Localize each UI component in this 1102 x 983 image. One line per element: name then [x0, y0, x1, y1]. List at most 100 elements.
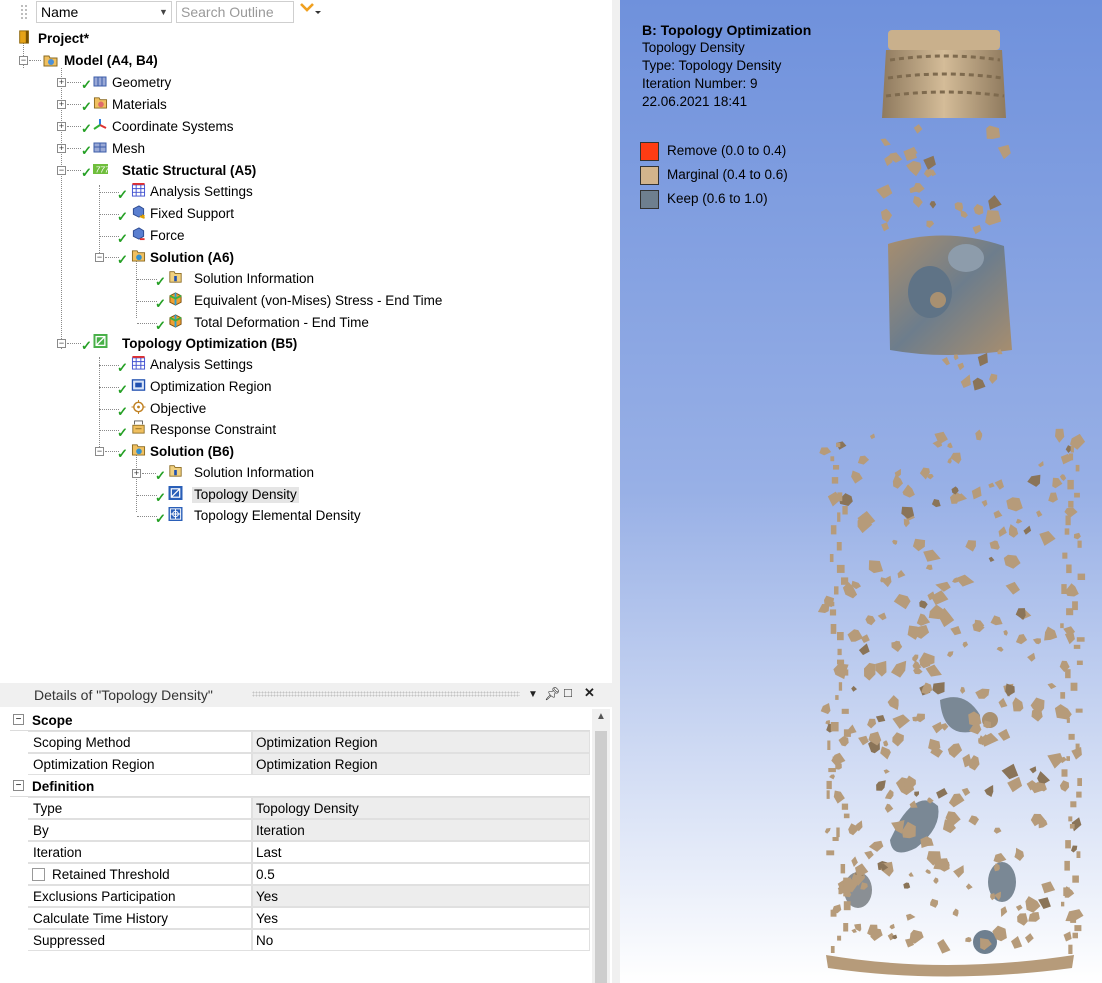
retained-threshold-checkbox[interactable] [32, 868, 45, 881]
prop-value[interactable]: Last [252, 841, 590, 863]
filter-dropdown-icon[interactable] [298, 0, 322, 20]
tree-item-solution-information[interactable]: ✓ Solution Information [0, 269, 340, 289]
tree-item-label: Fixed Support [150, 206, 235, 221]
density-fragment [875, 715, 886, 723]
prop-value[interactable]: Optimization Region [252, 753, 590, 775]
tree-item-analysis-settings-b5[interactable]: ✓ Analysis Settings [0, 355, 300, 375]
prop-value[interactable]: Iteration [252, 819, 590, 841]
density-fragment [972, 377, 986, 391]
close-icon[interactable]: ✕ [584, 685, 595, 701]
prop-by[interactable]: By Iteration [28, 819, 590, 841]
tree-item-total-deformation[interactable]: ✓ Total Deformation - End Time [0, 313, 400, 333]
tree-item-mesh[interactable]: + ✓ Mesh [0, 139, 200, 159]
tree-item-response-constraint[interactable]: ✓ Response Constraint [0, 420, 320, 440]
section-definition[interactable]: − Definition [10, 775, 590, 797]
graphics-viewport[interactable]: B: Topology Optimization Topology Densit… [620, 0, 1102, 983]
collapse-icon[interactable]: − [19, 56, 28, 65]
prop-value[interactable]: Yes [252, 885, 590, 907]
density-fragment [914, 791, 919, 797]
tree-item-equivalent-stress[interactable]: ✓ Equivalent (von-Mises) Stress - End Ti… [0, 291, 470, 311]
prop-type[interactable]: Type Topology Density [28, 797, 590, 819]
objective-icon [131, 400, 146, 414]
tree-item-solution-b6[interactable]: − ✓ Solution (B6) [0, 442, 300, 462]
prop-scoping-method[interactable]: Scoping Method Optimization Region [28, 731, 590, 753]
details-scrollbar[interactable]: ▲ [592, 709, 610, 983]
column-select[interactable]: Name ▼ [36, 1, 172, 23]
tree-item-force[interactable]: ✓ Force [0, 226, 240, 246]
density-fragment [950, 452, 962, 464]
density-fragment [1068, 944, 1073, 954]
tree-line [137, 279, 157, 280]
tree-item-topology-elemental-density[interactable]: ✓ Topology Elemental Density [0, 506, 400, 526]
collapse-icon[interactable]: − [13, 780, 24, 791]
check-icon: ✓ [81, 143, 92, 158]
tree-line [67, 148, 81, 149]
prop-value[interactable]: Yes [252, 907, 590, 929]
prop-retained-threshold[interactable]: Retained Threshold 0.5 [28, 863, 590, 885]
expand-icon[interactable]: + [57, 144, 66, 153]
expand-icon[interactable]: + [57, 100, 66, 109]
expand-icon[interactable]: + [57, 78, 66, 87]
tree-item-solution-a6[interactable]: − ✓ Solution (A6) [0, 248, 300, 268]
density-fragment [990, 615, 1003, 626]
density-fragment [893, 594, 911, 610]
collapse-icon[interactable]: − [57, 339, 66, 348]
tree-item-materials[interactable]: + ✓ Materials [0, 95, 240, 115]
toolbar-grip[interactable] [20, 4, 28, 20]
prop-exclusions-participation[interactable]: Exclusions Participation Yes [28, 885, 590, 907]
density-fragment [864, 850, 874, 860]
tree-item-objective[interactable]: ✓ Objective [0, 399, 240, 419]
prop-value[interactable]: No [252, 929, 590, 951]
density-fragment [876, 184, 893, 199]
maximize-icon[interactable]: □ [564, 685, 572, 700]
search-outline-input[interactable] [176, 1, 294, 23]
density-fragment [904, 775, 916, 790]
header-grip[interactable] [252, 691, 520, 697]
collapse-icon[interactable]: − [57, 166, 66, 175]
collapse-icon[interactable]: − [13, 714, 24, 725]
density-fragment [998, 697, 1008, 708]
timestamp: 22.06.2021 18:41 [642, 94, 748, 109]
scroll-up-icon[interactable]: ▲ [596, 711, 606, 722]
prop-optimization-region[interactable]: Optimization Region Optimization Region [28, 753, 590, 775]
check-icon: ✓ [117, 231, 128, 246]
tree-item-fixed-support[interactable]: ✓ Fixed Support [0, 204, 300, 224]
prop-suppressed[interactable]: Suppressed No [28, 929, 590, 951]
tree-item-topology-optimization[interactable]: − ✓ Topology Optimization (B5) [0, 334, 340, 354]
pin-icon[interactable]: 📌︎ [544, 686, 561, 702]
tree-item-project[interactable]: Project* [0, 29, 200, 49]
tree-item-optimization-region[interactable]: ✓ Optimization Region [0, 377, 320, 397]
density-fragment [843, 813, 850, 819]
expand-icon[interactable]: + [132, 469, 141, 478]
scrollbar-thumb[interactable] [595, 731, 607, 983]
prop-iteration[interactable]: Iteration Last [28, 841, 590, 863]
density-fragment [996, 646, 1004, 652]
prop-value[interactable]: Optimization Region [252, 731, 590, 753]
section-scope[interactable]: − Scope [10, 709, 590, 731]
density-fragment [836, 542, 842, 551]
collapse-icon[interactable]: − [95, 253, 104, 262]
collapse-icon[interactable]: − [95, 447, 104, 456]
dropdown-arrow-icon[interactable]: ▼ [528, 689, 538, 700]
expand-icon[interactable]: + [57, 122, 66, 131]
density-fragment [830, 909, 837, 917]
density-fragment [1075, 464, 1080, 472]
tree-item-topology-density[interactable]: ✓ Topology Density [0, 485, 340, 505]
density-fragment [965, 883, 973, 890]
density-fragment [826, 850, 835, 856]
prop-value[interactable]: 0.5 [252, 863, 590, 885]
response-constraint-icon [132, 420, 145, 434]
density-fragment [1029, 766, 1037, 774]
tree-item-label: Solution (B6) [150, 444, 234, 459]
tree-item-coordinate-systems[interactable]: + ✓ Coordinate Systems [0, 117, 280, 137]
panel-divider[interactable] [612, 0, 620, 983]
tree-item-model[interactable]: − Model (A4, B4) [0, 51, 200, 71]
prop-calculate-time-history[interactable]: Calculate Time History Yes [28, 907, 590, 929]
density-fragment [1062, 552, 1068, 559]
tree-item-geometry[interactable]: + ✓ Geometry [0, 73, 240, 93]
prop-value[interactable]: Topology Density [252, 797, 590, 819]
tree-item-analysis-settings[interactable]: ✓ Analysis Settings [0, 182, 300, 202]
tree-item-solution-information-b6[interactable]: + ✓ Solution Information [0, 463, 340, 483]
tree-item-static-structural[interactable]: − ✓ 777 Static Structural (A5) [0, 161, 300, 181]
density-fragment [955, 574, 975, 587]
